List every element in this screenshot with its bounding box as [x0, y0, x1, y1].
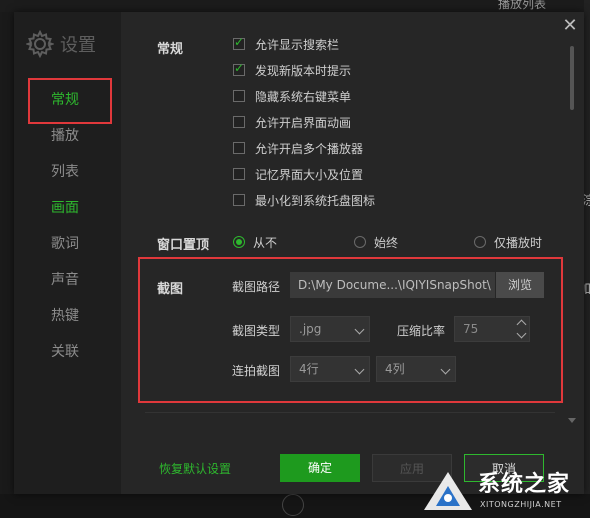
scrollbar-thumb[interactable] [570, 46, 574, 110]
watermark-url: XITONGZHIJIA.NET [480, 500, 562, 509]
radio-label: 始终 [374, 235, 399, 250]
browse-button[interactable]: 浏览 [496, 272, 544, 298]
sidebar-item-list[interactable]: 列表 [14, 154, 121, 190]
option-label: 发现新版本时提示 [255, 63, 352, 78]
burst-cols-select[interactable]: 4列 [376, 356, 456, 382]
screenshot-path-input[interactable]: D:\My Docume...\IQIYISnapShot\ [290, 272, 495, 298]
scroll-down-arrow-icon[interactable] [568, 418, 576, 423]
checkbox[interactable] [233, 194, 245, 206]
sidebar-item-hotkeys[interactable]: 热键 [14, 298, 121, 334]
watermark-logo-icon [424, 472, 472, 510]
site-watermark: 系统之家 XITONGZHIJIA.NET [420, 462, 590, 518]
checkbox-checked[interactable] [233, 61, 245, 76]
checkbox[interactable] [233, 142, 245, 154]
sidebar-highlight-box [28, 78, 112, 124]
chevron-down-icon [354, 324, 365, 335]
option-label: 隐藏系统右键菜单 [255, 89, 352, 104]
option-label: 记忆界面大小及位置 [255, 167, 364, 182]
sidebar-item-associations[interactable]: 关联 [14, 334, 121, 370]
option-label: 允许开启多个播放器 [255, 141, 364, 156]
chevron-down-icon [354, 364, 365, 375]
option-show-search-bar[interactable]: 允许显示搜索栏 [233, 34, 339, 54]
section-label-general: 常规 [157, 42, 184, 57]
option-label: 允许显示搜索栏 [255, 37, 340, 52]
background-playlist-tab: 播放列表 [498, 0, 547, 11]
burst-rows-select[interactable]: 4行 [290, 356, 370, 382]
screenshot-type-label: 截图类型 [232, 324, 281, 338]
background-app-edge [584, 0, 590, 518]
compression-ratio-label: 压缩比率 [397, 324, 446, 338]
radio-button-selected[interactable] [233, 236, 245, 248]
screenshot-path-label: 截图路径 [232, 280, 281, 294]
sidebar-header: 设置 [24, 29, 96, 59]
radio-always[interactable]: 始终 [354, 232, 398, 252]
option-remember-window[interactable]: 记忆界面大小及位置 [233, 164, 363, 184]
restore-defaults-link[interactable]: 恢复默认设置 [159, 460, 231, 477]
checkbox-checked[interactable] [233, 35, 245, 50]
option-new-version-prompt[interactable]: 发现新版本时提示 [233, 60, 351, 80]
close-icon[interactable]: ✕ [560, 16, 580, 36]
compression-ratio-stepper[interactable]: 75 [454, 316, 530, 342]
radio-button[interactable] [474, 236, 486, 248]
screenshot-type-select[interactable]: .jpg [290, 316, 370, 342]
option-multiple-players[interactable]: 允许开启多个播放器 [233, 138, 363, 158]
sidebar-item-display[interactable]: 画面 [14, 190, 121, 226]
option-ui-animation[interactable]: 允许开启界面动画 [233, 112, 351, 132]
chevron-down-icon[interactable] [516, 328, 527, 339]
footer-divider [145, 412, 555, 413]
settings-dialog: 设置 常规 播放 列表 画面 歌词 声音 热键 关联 ✕ 常规 允许显示搜索栏 … [14, 12, 584, 494]
radio-label: 仅播放时 [494, 235, 543, 250]
select-value: 4行 [299, 362, 319, 376]
gear-icon [24, 29, 56, 59]
select-value: .jpg [299, 322, 322, 336]
sidebar-item-lyrics[interactable]: 歌词 [14, 226, 121, 262]
watermark-text: 系统之家 [478, 472, 571, 497]
select-value: 4列 [385, 362, 405, 376]
stepper-value: 75 [463, 322, 479, 336]
ok-button[interactable]: 确定 [280, 454, 360, 482]
chevron-down-icon [440, 364, 451, 375]
radio-never[interactable]: 从不 [233, 232, 277, 252]
checkbox[interactable] [233, 90, 245, 102]
option-label: 最小化到系统托盘图标 [255, 193, 376, 208]
option-label: 允许开启界面动画 [255, 115, 352, 130]
checkbox[interactable] [233, 116, 245, 128]
section-label-screenshot: 截图 [157, 282, 184, 297]
burst-screenshot-label: 连拍截图 [232, 364, 281, 378]
sidebar-item-sound[interactable]: 声音 [14, 262, 121, 298]
dialog-title: 设置 [60, 35, 96, 56]
radio-button[interactable] [354, 236, 366, 248]
background-play-button [282, 494, 304, 516]
radio-label: 从不 [253, 235, 278, 250]
checkbox[interactable] [233, 168, 245, 180]
radio-playing-only[interactable]: 仅播放时 [474, 232, 542, 252]
option-hide-context-menu[interactable]: 隐藏系统右键菜单 [233, 86, 351, 106]
section-label-window-topmost: 窗口置顶 [157, 238, 210, 253]
option-minimize-to-tray[interactable]: 最小化到系统托盘图标 [233, 190, 375, 210]
content-scrollbar[interactable] [568, 40, 576, 423]
